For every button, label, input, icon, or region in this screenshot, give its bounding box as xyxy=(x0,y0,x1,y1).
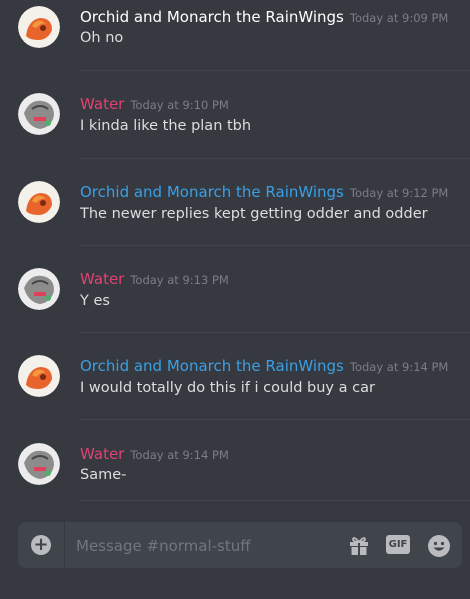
message-timestamp: Today at 9:14 PM xyxy=(349,360,449,374)
message-author[interactable]: Water xyxy=(80,95,124,113)
orchid-avatar[interactable] xyxy=(18,6,60,48)
message-timestamp: Today at 9:12 PM xyxy=(349,186,449,200)
message-author[interactable]: Orchid and Monarch the RainWings xyxy=(80,183,344,201)
message-text: The newer replies kept getting odder and… xyxy=(80,206,428,222)
message-item: Water Today at 9:10 PM I kinda like the … xyxy=(0,87,470,175)
message-item: Water Today at 9:14 PM Same- xyxy=(0,437,470,525)
orchid-avatar[interactable] xyxy=(18,181,60,223)
message-author[interactable]: Orchid and Monarch the RainWings xyxy=(80,8,344,26)
water-avatar[interactable] xyxy=(18,93,60,135)
message-item: Water Today at 9:13 PM Y es xyxy=(0,262,470,350)
gift-icon[interactable] xyxy=(348,534,370,556)
message-author[interactable]: Water xyxy=(80,445,124,463)
message-author[interactable]: Orchid and Monarch the RainWings xyxy=(80,357,344,375)
message-text: I kinda like the plan tbh xyxy=(80,118,252,134)
upload-button[interactable]: + xyxy=(18,522,65,568)
message-divider xyxy=(80,500,470,501)
orchid-avatar[interactable] xyxy=(18,355,60,397)
message-input[interactable] xyxy=(74,522,328,570)
message-timestamp: Today at 9:09 PM xyxy=(349,11,449,25)
message-item: Orchid and Monarch the RainWings Today a… xyxy=(0,175,470,263)
gif-button[interactable]: GIF xyxy=(386,535,410,554)
message-timestamp: Today at 9:13 PM xyxy=(130,273,229,287)
message-text: I would totally do this if i could buy a… xyxy=(80,380,375,396)
message-text: Y es xyxy=(80,293,110,309)
message-item: Orchid and Monarch the RainWings Today a… xyxy=(0,0,470,88)
message-composer: + GIF xyxy=(18,522,462,570)
water-avatar[interactable] xyxy=(18,268,60,310)
water-avatar[interactable] xyxy=(18,443,60,485)
plus-icon: + xyxy=(31,535,51,555)
message-timestamp: Today at 9:10 PM xyxy=(130,98,229,112)
message-text: Oh no xyxy=(80,30,124,46)
message-divider xyxy=(80,70,470,71)
message-author[interactable]: Water xyxy=(80,270,124,288)
message-item: Orchid and Monarch the RainWings Today a… xyxy=(0,349,470,437)
message-timestamp: Today at 9:14 PM xyxy=(130,448,229,462)
message-divider xyxy=(80,158,470,159)
message-text: Same- xyxy=(80,467,127,483)
message-divider xyxy=(80,245,470,246)
emoji-icon[interactable] xyxy=(427,534,451,558)
message-divider xyxy=(80,332,470,333)
message-divider xyxy=(80,419,470,420)
